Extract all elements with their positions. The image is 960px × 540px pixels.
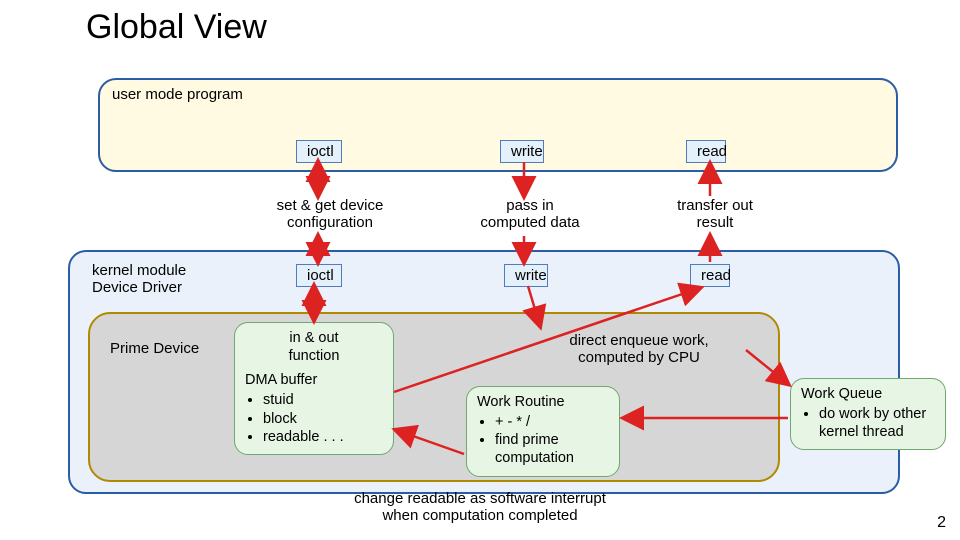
routine-b2: find prime computation (495, 431, 609, 467)
routine-b2-l1: find prime (495, 432, 559, 448)
routine-b1: + - * / (495, 413, 609, 431)
interrupt-label: change readable as software interrupt wh… (290, 490, 670, 525)
work-routine-panel: Work Routine + - * / find prime computat… (466, 386, 620, 477)
op-read-top: read (686, 140, 726, 163)
routine-title: Work Routine (477, 393, 609, 411)
inout-b3: readable . . . (263, 428, 383, 446)
enqueue-l1: direct enqueue work, (569, 332, 708, 349)
kernel-label-l1: kernel module (92, 262, 186, 279)
inout-b1: stuid (263, 391, 383, 409)
enqueue-l2: computed by CPU (578, 349, 700, 366)
op-ioctl-top: ioctl (296, 140, 342, 163)
inout-title-l1: in & out (289, 330, 338, 346)
interrupt-l2: when computation completed (382, 507, 577, 524)
page-number: 2 (937, 514, 946, 532)
slide-title: Global View (86, 8, 267, 47)
work-queue-panel: Work Queue do work by other kernel threa… (790, 378, 946, 450)
op-read-kernel: read (690, 264, 730, 287)
label-transfer-l2: result (697, 214, 734, 231)
routine-b2-l2: computation (495, 450, 574, 466)
label-transfer: transfer out result (660, 198, 770, 231)
workq-b1: do work by other kernel thread (819, 405, 935, 441)
workq-b1-l2: kernel thread (819, 424, 904, 440)
kernel-label: kernel module Device Driver (92, 262, 186, 297)
label-config: set & get device configuration (260, 198, 400, 231)
op-write-kernel: write (504, 264, 548, 287)
inout-b2: block (263, 410, 383, 428)
enqueue-label: direct enqueue work, computed by CPU (530, 332, 748, 367)
workq-title: Work Queue (801, 385, 935, 403)
label-config-l2: configuration (287, 214, 373, 231)
usermode-label: user mode program (112, 86, 243, 103)
workq-b1-l1: do work by other (819, 406, 926, 422)
op-ioctl-kernel: ioctl (296, 264, 342, 287)
label-passin: pass in computed data (470, 198, 590, 231)
prime-device-label: Prime Device (110, 340, 199, 357)
op-write-top: write (500, 140, 544, 163)
kernel-label-l2: Device Driver (92, 279, 182, 296)
label-passin-l1: pass in (506, 197, 554, 214)
inout-sub: DMA buffer (245, 371, 383, 389)
inout-panel: in & out function DMA buffer stuid block… (234, 322, 394, 455)
label-passin-l2: computed data (480, 214, 579, 231)
label-transfer-l1: transfer out (677, 197, 753, 214)
label-config-l1: set & get device (277, 197, 384, 214)
inout-title-l2: function (289, 348, 340, 364)
interrupt-l1: change readable as software interrupt (354, 490, 606, 507)
